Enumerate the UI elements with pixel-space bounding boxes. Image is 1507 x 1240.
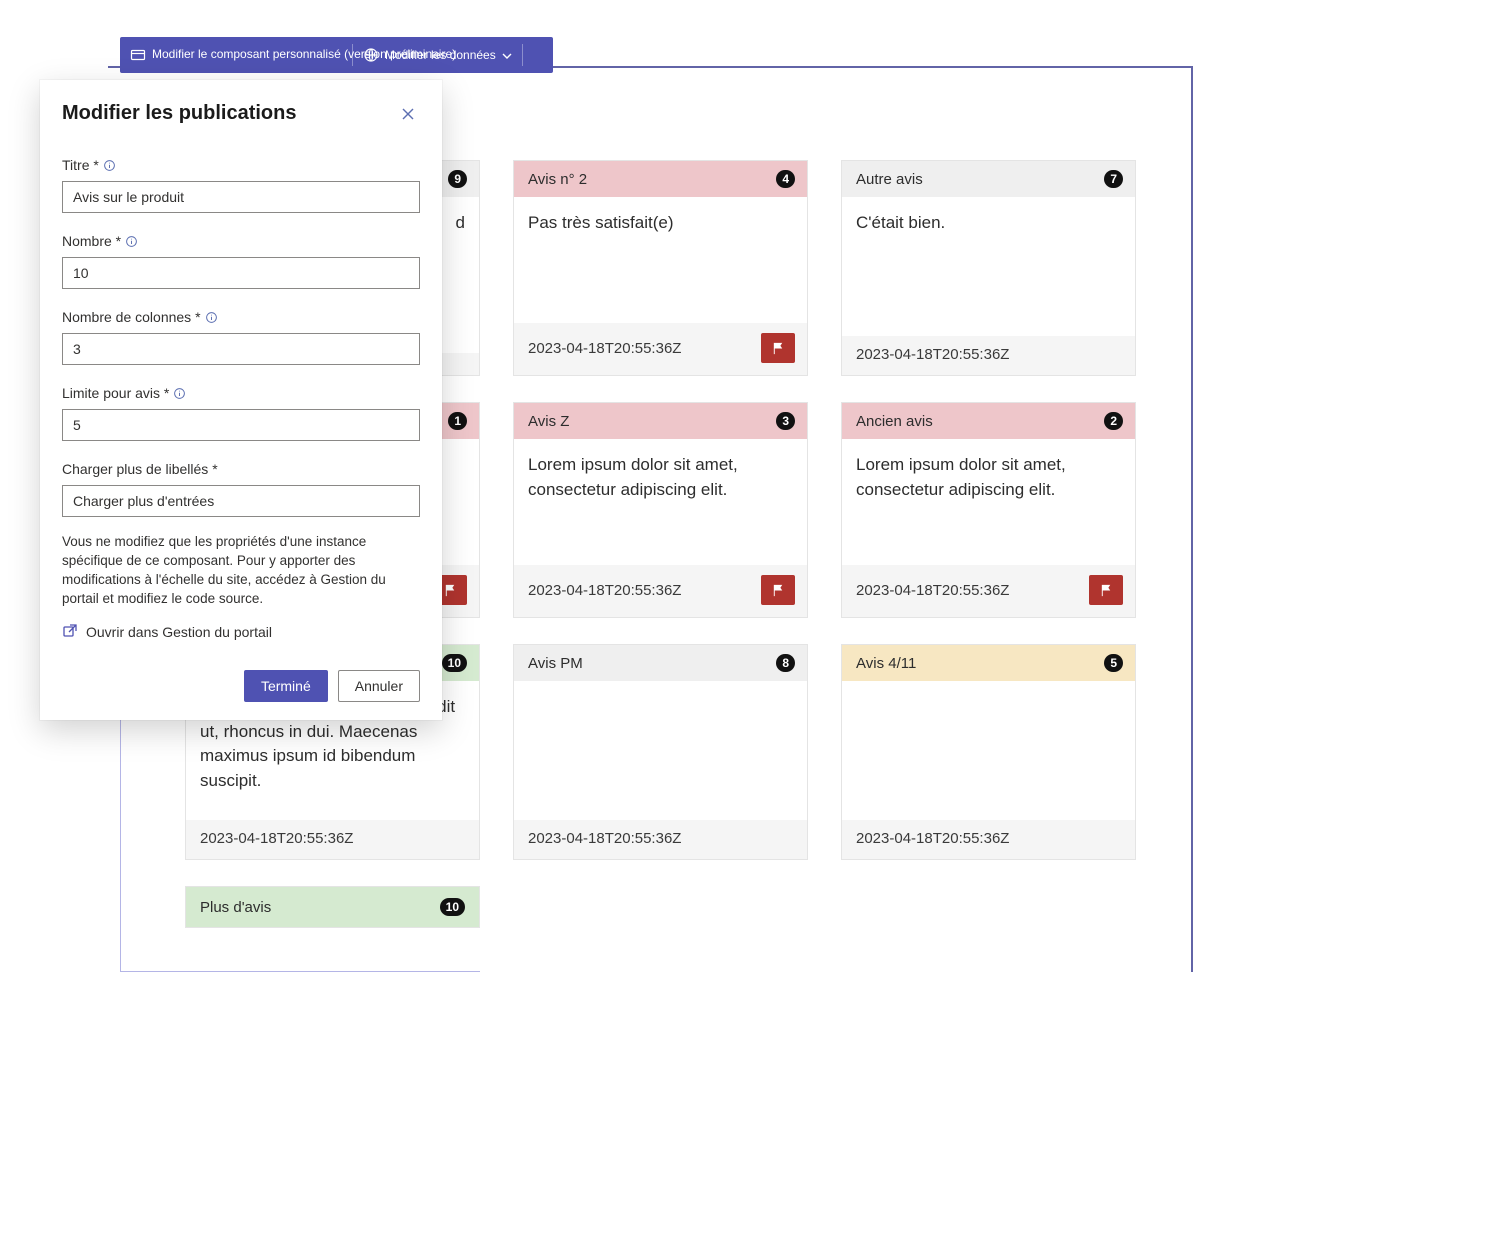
field-label: Limite pour avis * <box>62 385 169 401</box>
field-label: Nombre de colonnes * <box>62 309 201 325</box>
card-badge: 7 <box>1104 170 1123 188</box>
card-footer: 2023-04-18T20:55:36Z <box>842 820 1135 859</box>
load-more-card[interactable]: Plus d'avis 10 <box>185 886 480 928</box>
card-title: Plus d'avis <box>200 899 271 916</box>
review-card[interactable]: Avis n° 2 4 Pas très satisfait(e) 2023-0… <box>513 160 808 376</box>
card-footer: 2023-04-18T20:55:36Z <box>514 323 807 375</box>
card-title: Avis n° 2 <box>528 171 587 188</box>
edit-publications-dialog: Modifier les publications Titre * Nombre… <box>40 80 442 720</box>
card-header: Autre avis 7 <box>842 161 1135 197</box>
colonnes-input[interactable] <box>62 333 420 365</box>
card-timestamp: 2023-04-18T20:55:36Z <box>528 340 681 357</box>
close-icon <box>400 109 416 125</box>
review-card[interactable]: Ancien avis 2 Lorem ipsum dolor sit amet… <box>841 402 1136 618</box>
open-portal-link[interactable]: Ouvrir dans Gestion du portail <box>62 623 420 642</box>
nombre-input[interactable] <box>62 257 420 289</box>
review-card[interactable]: Avis 4/11 5 2023-04-18T20:55:36Z <box>841 644 1136 860</box>
edit-data-button[interactable]: Modifier les données <box>353 37 522 73</box>
card-badge: 10 <box>442 654 467 672</box>
review-card[interactable]: Avis PM 8 2023-04-18T20:55:36Z <box>513 644 808 860</box>
card-footer: 2023-04-18T20:55:36Z <box>842 336 1135 375</box>
card-footer: 2023-04-18T20:55:36Z <box>514 565 807 617</box>
card-footer: 2023-04-18T20:55:36Z <box>186 820 479 859</box>
card-body <box>842 681 1135 820</box>
card-header: Avis 4/11 5 <box>842 645 1135 681</box>
dialog-close-button[interactable] <box>396 102 420 129</box>
card-header: Plus d'avis 10 <box>186 887 479 927</box>
dialog-title: Modifier les publications <box>62 102 296 125</box>
card-title: Autre avis <box>856 171 923 188</box>
card-badge: 5 <box>1104 654 1123 672</box>
component-icon <box>130 47 146 63</box>
card-body: Lorem ipsum dolor sit amet, consectetur … <box>514 439 807 565</box>
card-body: Pas très satisfait(e) <box>514 197 807 323</box>
card-badge: 10 <box>440 898 465 916</box>
card-timestamp: 2023-04-18T20:55:36Z <box>528 582 681 599</box>
field-label: Titre * <box>62 157 99 173</box>
done-button-label: Terminé <box>261 678 311 694</box>
titre-input[interactable] <box>62 181 420 213</box>
card-timestamp: 2023-04-18T20:55:36Z <box>856 582 1009 599</box>
chevron-down-icon <box>502 50 512 60</box>
card-timestamp: 2023-04-18T20:55:36Z <box>200 830 353 847</box>
card-header: Avis n° 2 4 <box>514 161 807 197</box>
field-colonnes: Nombre de colonnes * <box>62 309 420 365</box>
review-card[interactable]: Avis Z 3 Lorem ipsum dolor sit amet, con… <box>513 402 808 618</box>
card-body: C'était bien. <box>842 197 1135 336</box>
edit-data-label: Modifier les données <box>385 48 496 62</box>
info-icon[interactable] <box>205 309 218 325</box>
card-badge: 2 <box>1104 412 1123 430</box>
flag-button[interactable] <box>1089 575 1123 605</box>
card-timestamp: 2023-04-18T20:55:36Z <box>856 830 1009 847</box>
card-footer: 2023-04-18T20:55:36Z <box>514 820 807 859</box>
toolbar-overflow-button[interactable] <box>523 37 553 73</box>
limite-input[interactable] <box>62 409 420 441</box>
card-badge: 8 <box>776 654 795 672</box>
editor-toolbar: Modifier le composant personnalisé (vers… <box>120 37 553 73</box>
card-title: Ancien avis <box>856 413 933 430</box>
card-title: Avis PM <box>528 655 583 672</box>
done-button[interactable]: Terminé <box>244 670 328 702</box>
flag-button[interactable] <box>761 575 795 605</box>
flag-button[interactable] <box>761 333 795 363</box>
card-body: Lorem ipsum dolor sit amet, consectetur … <box>842 439 1135 565</box>
field-label: Charger plus de libellés * <box>62 461 218 477</box>
card-badge: 9 <box>448 170 467 188</box>
field-nombre: Nombre * <box>62 233 420 289</box>
review-card[interactable]: Autre avis 7 C'était bien. 2023-04-18T20… <box>841 160 1136 376</box>
open-portal-label: Ouvrir dans Gestion du portail <box>86 624 272 640</box>
cancel-button-label: Annuler <box>355 678 403 694</box>
card-timestamp: 2023-04-18T20:55:36Z <box>856 346 1009 363</box>
field-charger: Charger plus de libellés * <box>62 461 420 517</box>
field-limite: Limite pour avis * <box>62 385 420 441</box>
info-icon[interactable] <box>125 233 138 249</box>
card-footer: 2023-04-18T20:55:36Z <box>842 565 1135 617</box>
card-badge: 1 <box>448 412 467 430</box>
card-badge: 3 <box>776 412 795 430</box>
card-badge: 4 <box>776 170 795 188</box>
card-timestamp: 2023-04-18T20:55:36Z <box>528 830 681 847</box>
edit-component-label: Modifier le composant personnalisé (vers… <box>152 48 342 62</box>
edit-component-button[interactable]: Modifier le composant personnalisé (vers… <box>120 37 352 73</box>
card-title: Avis 4/11 <box>856 655 916 672</box>
cancel-button[interactable]: Annuler <box>338 670 420 702</box>
card-header: Avis Z 3 <box>514 403 807 439</box>
dialog-note: Vous ne modifiez que les propriétés d'un… <box>62 533 420 609</box>
field-label: Nombre * <box>62 233 121 249</box>
card-body <box>514 681 807 820</box>
field-titre: Titre * <box>62 157 420 213</box>
data-icon <box>363 47 379 63</box>
card-header: Ancien avis 2 <box>842 403 1135 439</box>
info-icon[interactable] <box>103 157 116 173</box>
card-header: Avis PM 8 <box>514 645 807 681</box>
info-icon[interactable] <box>173 385 186 401</box>
charger-input[interactable] <box>62 485 420 517</box>
card-title: Avis Z <box>528 413 569 430</box>
external-link-icon <box>62 623 78 642</box>
